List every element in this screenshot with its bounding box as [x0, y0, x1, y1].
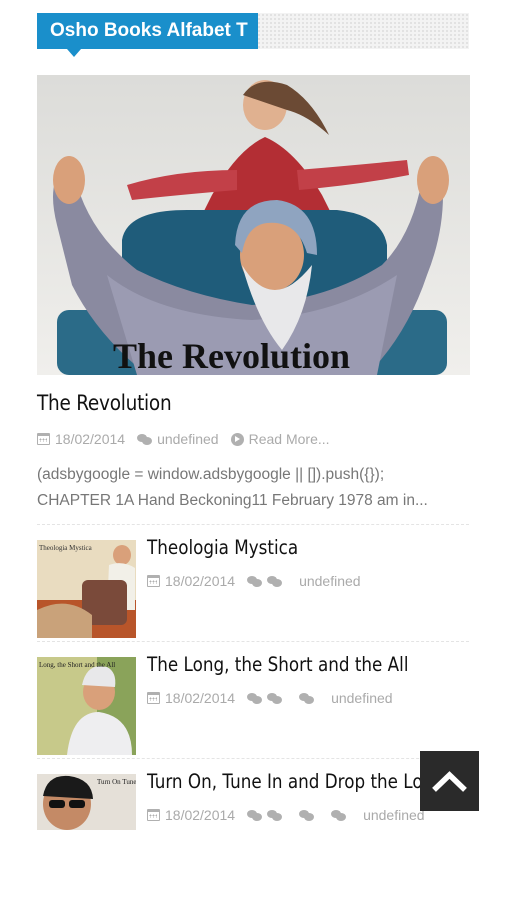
post-meta: 18/02/2014 undefined — [147, 573, 361, 589]
post-comments[interactable]: undefined — [363, 807, 425, 823]
post-date: 18/02/2014 — [165, 573, 236, 589]
comments-icon — [247, 575, 263, 587]
post-comments[interactable]: undefined — [157, 431, 219, 447]
comments-icon — [299, 692, 315, 704]
back-to-top-button[interactable] — [420, 751, 479, 811]
thumb-caption: Theologia Mystica — [39, 544, 93, 552]
post-title[interactable]: The Long, the Short and the All — [147, 653, 408, 676]
excerpt-line: (adsbygoogle = window.adsbygoogle || [])… — [37, 466, 385, 483]
comments-icon — [137, 433, 153, 445]
calendar-icon — [147, 692, 160, 704]
divider — [37, 524, 469, 525]
post-title[interactable]: Turn On, Tune In and Drop the Lot — [147, 770, 429, 793]
divider — [37, 758, 469, 759]
chevron-up-icon — [432, 771, 467, 792]
post-meta: 18/02/2014 undefined — [147, 690, 393, 706]
comments-icon — [267, 692, 283, 704]
section-title: Osho Books Alfabet T — [37, 13, 258, 49]
post-date: 18/02/2014 — [165, 807, 236, 823]
featured-image-caption: The Revolution — [113, 336, 350, 375]
comments-icon — [267, 575, 283, 587]
post-date: 18/02/2014 — [55, 431, 126, 447]
featured-post-image[interactable]: The Revolution — [37, 75, 470, 375]
post-meta: 18/02/2014 undefined — [147, 807, 425, 823]
comments-icon — [247, 809, 263, 821]
featured-post-title[interactable]: The Revolution — [37, 391, 172, 415]
featured-post-meta: 18/02/2014 undefined Read More... — [37, 431, 330, 447]
post-date: 18/02/2014 — [165, 690, 236, 706]
thumb-caption: Turn On Tune In Drop the — [97, 778, 136, 786]
post-title[interactable]: Theologia Mystica — [147, 536, 298, 559]
post-comments[interactable]: undefined — [299, 573, 361, 589]
post-thumbnail[interactable]: Turn On Tune In Drop the — [37, 774, 136, 830]
section-tab-pointer — [67, 49, 81, 57]
post-thumbnail[interactable]: Long, the Short and the All — [37, 657, 136, 755]
thumb-caption: Long, the Short and the All — [39, 661, 115, 669]
comments-icon — [299, 809, 315, 821]
comments-icon — [247, 692, 263, 704]
post-thumbnail[interactable]: Theologia Mystica — [37, 540, 136, 638]
featured-post-excerpt: (adsbygoogle = window.adsbygoogle || [])… — [37, 462, 477, 514]
calendar-icon — [147, 575, 160, 587]
post-comments[interactable]: undefined — [331, 690, 393, 706]
excerpt-line: CHAPTER 1A Hand Beckoning11 February 197… — [37, 492, 428, 509]
calendar-icon — [147, 809, 160, 821]
section-header: Osho Books Alfabet T — [37, 13, 469, 57]
read-more-link[interactable]: Read More... — [249, 431, 330, 447]
comments-icon — [267, 809, 283, 821]
divider — [37, 641, 469, 642]
arrow-circle-right-icon — [230, 432, 244, 446]
comments-icon — [331, 809, 347, 821]
calendar-icon — [37, 433, 50, 445]
